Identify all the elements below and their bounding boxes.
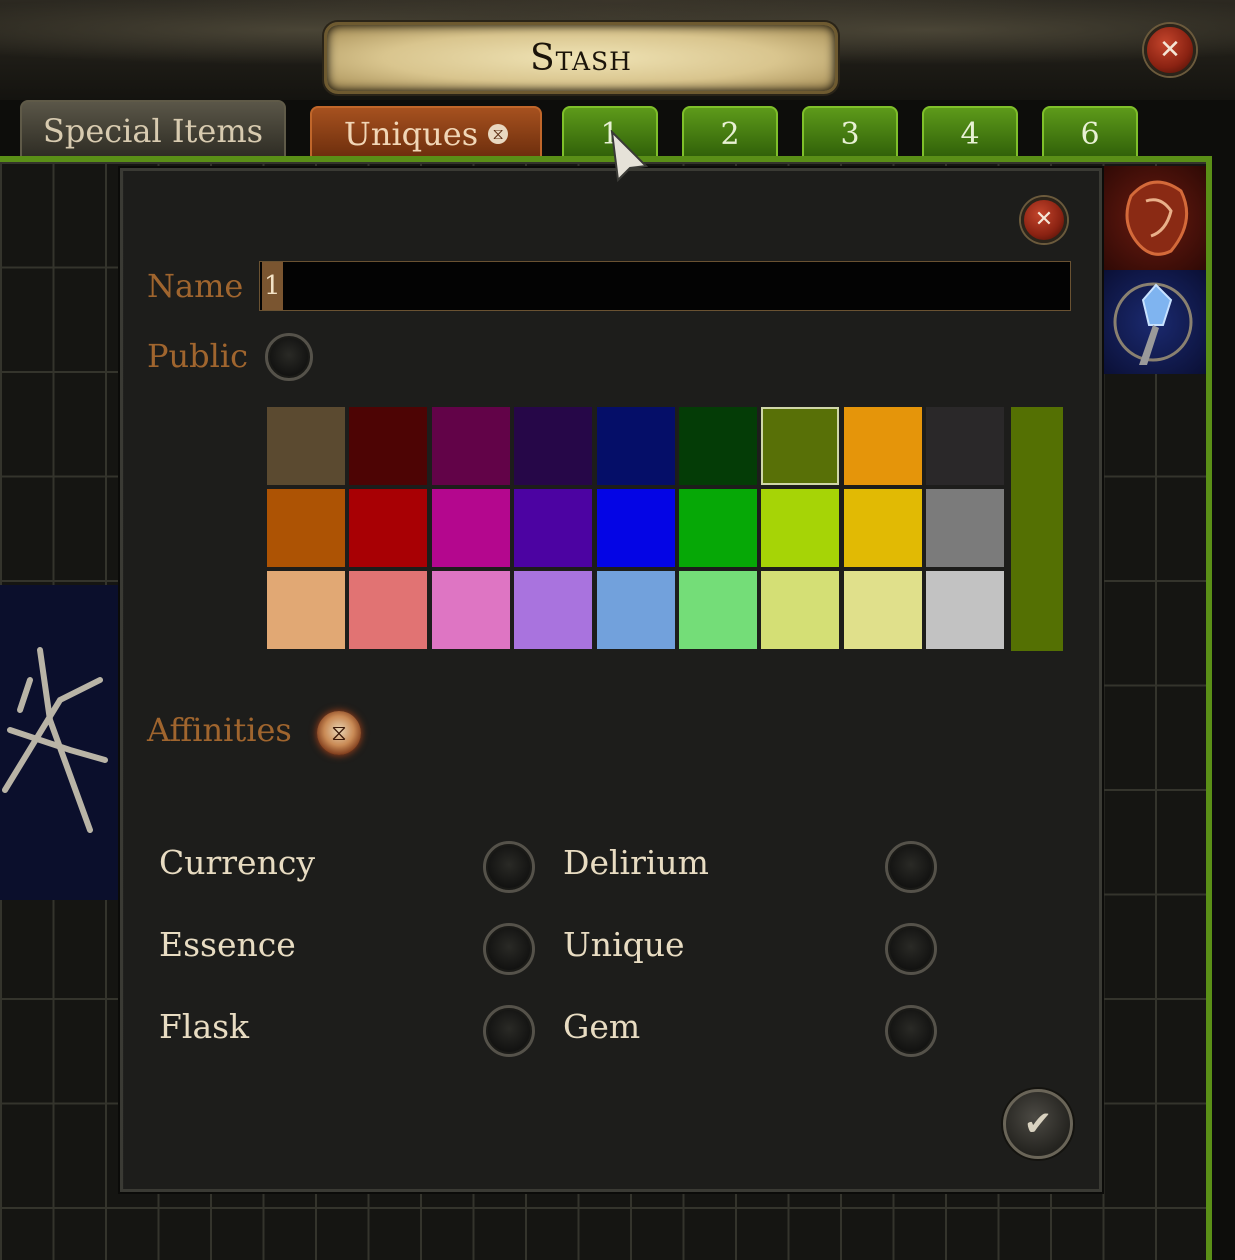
color-swatch[interactable] xyxy=(761,407,839,485)
color-swatch[interactable] xyxy=(432,407,510,485)
tab-special-items[interactable]: Special Items xyxy=(20,100,286,162)
color-swatch[interactable] xyxy=(844,489,922,567)
public-label: Public xyxy=(147,337,249,375)
color-swatch[interactable] xyxy=(267,407,345,485)
affinity-label-unique: Unique xyxy=(563,925,685,964)
color-swatch[interactable] xyxy=(597,571,675,649)
tab-label: 4 xyxy=(960,116,980,152)
color-swatch[interactable] xyxy=(679,489,757,567)
tab-label: 6 xyxy=(1080,116,1100,152)
helmet-item-icon xyxy=(1125,180,1189,256)
title-plate: Stash xyxy=(324,22,838,94)
color-swatch[interactable] xyxy=(432,489,510,567)
tab-label: Uniques xyxy=(343,115,479,153)
tab-settings-dialog: ✕ Name 1 Public Affinities ⧖ Currency De… xyxy=(120,168,1102,1192)
affinity-toggle-flask[interactable] xyxy=(483,1005,535,1057)
affinity-label-essence: Essence xyxy=(159,925,296,964)
color-swatch[interactable] xyxy=(267,489,345,567)
grid-border xyxy=(1206,158,1212,1260)
stash-item-slot-blue[interactable] xyxy=(1101,270,1206,374)
checkmark-icon: ✔ xyxy=(1023,1104,1053,1144)
color-swatch[interactable] xyxy=(514,571,592,649)
tab-label: 2 xyxy=(720,116,740,152)
stash-close-button[interactable]: ✕ xyxy=(1144,24,1196,76)
tab-label: 3 xyxy=(840,116,860,152)
dialog-close-button[interactable]: ✕ xyxy=(1021,197,1067,243)
color-swatch[interactable] xyxy=(349,571,427,649)
tab-uniques[interactable]: Uniques ⧖ xyxy=(310,106,542,162)
tab-2[interactable]: 2 xyxy=(682,106,778,162)
name-label: Name xyxy=(147,267,244,305)
affinities-label: Affinities xyxy=(147,711,292,749)
color-swatch[interactable] xyxy=(679,407,757,485)
color-swatch[interactable] xyxy=(844,407,922,485)
stash-item-slot-red[interactable] xyxy=(1101,166,1206,270)
color-swatch[interactable] xyxy=(761,489,839,567)
tab-4[interactable]: 4 xyxy=(922,106,1018,162)
tab-name-input[interactable]: 1 xyxy=(259,261,1071,311)
color-swatch[interactable] xyxy=(679,571,757,649)
tab-3[interactable]: 3 xyxy=(802,106,898,162)
color-swatch[interactable] xyxy=(349,407,427,485)
close-icon: ✕ xyxy=(1159,35,1181,65)
mouse-cursor-icon xyxy=(610,130,649,182)
affinity-toggle-currency[interactable] xyxy=(483,841,535,893)
color-swatch[interactable] xyxy=(267,571,345,649)
color-swatch[interactable] xyxy=(432,571,510,649)
color-swatch[interactable] xyxy=(761,571,839,649)
affinity-toggle-unique[interactable] xyxy=(885,923,937,975)
tab-name-value: 1 xyxy=(262,262,283,310)
affinity-label-currency: Currency xyxy=(159,843,315,882)
affinity-glyph: ⧖ xyxy=(331,720,347,746)
color-palette xyxy=(267,407,1007,653)
affinity-toggle-delirium[interactable] xyxy=(885,841,937,893)
tab-6[interactable]: 6 xyxy=(1042,106,1138,162)
stash-header: Stash ✕ xyxy=(0,0,1235,100)
color-swatch[interactable] xyxy=(926,571,1004,649)
window-title: Stash xyxy=(530,37,632,79)
affinity-toggle-gem[interactable] xyxy=(885,1005,937,1057)
tab-label: Special Items xyxy=(42,112,264,150)
color-preview xyxy=(1011,407,1063,651)
color-swatch[interactable] xyxy=(926,489,1004,567)
color-swatch[interactable] xyxy=(514,489,592,567)
color-swatch[interactable] xyxy=(514,407,592,485)
color-swatch[interactable] xyxy=(597,489,675,567)
affinity-glyph-icon: ⧖ xyxy=(488,124,509,144)
confirm-button[interactable]: ✔ xyxy=(1003,1089,1073,1159)
twig-item-icon[interactable] xyxy=(0,640,110,840)
color-swatch[interactable] xyxy=(349,489,427,567)
crystal-weapon-icon xyxy=(1113,282,1193,365)
affinity-icon: ⧖ xyxy=(317,711,361,755)
color-swatch[interactable] xyxy=(926,407,1004,485)
color-swatch[interactable] xyxy=(597,407,675,485)
color-swatch[interactable] xyxy=(844,571,922,649)
affinity-label-delirium: Delirium xyxy=(563,843,709,882)
public-toggle[interactable] xyxy=(265,333,313,381)
affinity-label-flask: Flask xyxy=(159,1007,250,1046)
affinity-toggle-essence[interactable] xyxy=(483,923,535,975)
affinity-label-gem: Gem xyxy=(563,1007,641,1046)
close-icon: ✕ xyxy=(1034,207,1054,232)
